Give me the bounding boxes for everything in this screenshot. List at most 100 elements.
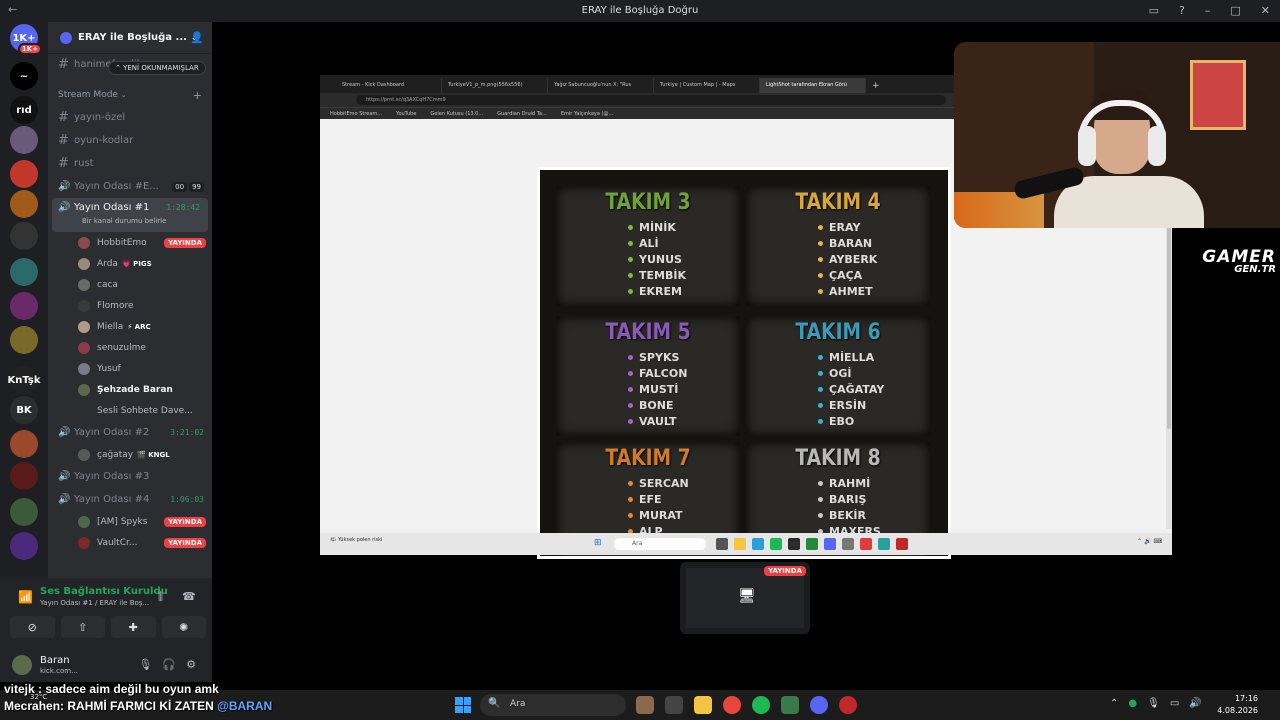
close-button[interactable]: ✕ <box>1261 4 1270 17</box>
new-unreads-pill[interactable]: ⌃ YENİ OKUNMAMIŞLAR <box>108 61 206 75</box>
taskbar-search[interactable]: 🔍 Ara <box>480 694 626 716</box>
browser-tab[interactable]: LightShot tarafından Ekran Görü <box>760 78 866 93</box>
server-icon[interactable] <box>10 498 38 526</box>
server-icon[interactable] <box>10 430 38 458</box>
channel-status[interactable]: Bir kanal durumu belirle <box>82 217 166 225</box>
minimize-button[interactable]: – <box>1205 4 1211 17</box>
camera-off-button[interactable]: ⊘ <box>10 616 55 638</box>
voice-channel[interactable]: 🔊 Yayın Odası #2 3:21:02 <box>48 421 212 444</box>
user-controls: 🎙 🎧 ⚙ <box>138 658 196 671</box>
voice-member[interactable]: caca <box>48 274 212 295</box>
team-member: MİELLA <box>818 349 930 365</box>
server-icon[interactable] <box>10 462 38 490</box>
chat-message: Mecrahen: RAHMİ FARMCI Kİ ZATEN @BARAN <box>4 699 272 716</box>
discord-icon[interactable] <box>810 696 828 714</box>
server-icon[interactable] <box>10 160 38 188</box>
status-dot-icon[interactable]: ● <box>1128 698 1137 709</box>
soundboard-button[interactable]: ✺ <box>161 616 206 638</box>
spotify-icon[interactable] <box>752 696 770 714</box>
browser-tab[interactable]: Yağız Sabuncuoğlu'nun X: "Rus <box>548 78 654 93</box>
voice-member[interactable]: Yusuf <box>48 358 212 379</box>
server-icon[interactable]: rıd <box>10 96 38 124</box>
category-stream-mode[interactable]: Stream Mode ⌄ + <box>48 84 212 106</box>
bookmark-item[interactable]: Gelen Kutusu (13.0... <box>430 111 483 117</box>
headphones-icon[interactable]: 🎧 <box>162 658 176 671</box>
bookmark-item[interactable]: HobbitEmo Stream... <box>330 111 382 117</box>
server-icon[interactable] <box>10 292 38 320</box>
voice-member[interactable]: VaultCr... YAYINDA <box>48 532 212 553</box>
voice-channel[interactable]: 🔊 Yayın Odası #E... 00 99 <box>48 175 212 198</box>
voice-member[interactable]: Şehzade Baran <box>48 379 212 400</box>
text-channel[interactable]: # rust <box>48 152 212 175</box>
browser-tab[interactable]: Stream - Kick Dashboard <box>336 78 442 93</box>
app-icon[interactable] <box>839 696 857 714</box>
server-icon[interactable] <box>10 190 38 218</box>
mic-icon[interactable]: 🎙 <box>138 658 152 671</box>
voice-member[interactable]: senuzulme <box>48 337 212 358</box>
disconnect-icon[interactable]: ☎ <box>182 590 196 603</box>
display-icon[interactable]: ▭ <box>1170 698 1179 709</box>
server-icon[interactable] <box>10 126 38 154</box>
team-member-name: BARIŞ <box>829 492 867 506</box>
voice-channel[interactable]: 🔊 Yayın Odası #3 <box>48 465 212 488</box>
bookmark-item[interactable]: Emir Yalçınkaya (@... <box>561 111 613 117</box>
server-icon <box>60 31 72 44</box>
channel-label: yayın-özel <box>74 112 126 123</box>
activities-button[interactable]: ✚ <box>111 616 156 638</box>
voice-member[interactable]: [AM] Spyks YAYINDA <box>48 511 212 532</box>
server-icon[interactable] <box>10 326 38 354</box>
mic-icon[interactable]: 🎙 <box>1147 698 1160 709</box>
bookmark-item[interactable]: Guardian Druid Ta... <box>497 111 547 117</box>
chrome-icon[interactable] <box>723 696 741 714</box>
team-member-name: RAHMİ <box>829 476 871 490</box>
voice-member[interactable]: Flomore <box>48 295 212 316</box>
voice-member[interactable]: HobbitEmo YAYINDA <box>48 232 212 253</box>
bookmark-item[interactable]: YouTube <box>396 111 416 117</box>
server-icon[interactable] <box>10 532 38 560</box>
new-tab-button[interactable]: + <box>866 79 886 93</box>
server-icon[interactable]: ~ <box>10 62 38 90</box>
clock[interactable]: 17:16 4.08.2026 <box>1217 693 1258 717</box>
browser-tab[interactable]: Turkiye | Custom Map | - Maps <box>654 78 760 93</box>
add-user-icon[interactable]: 👤 <box>190 31 204 44</box>
avatar <box>78 383 90 396</box>
browser-tab[interactable]: TurkiyeV1_p_m.png(556x556) <box>442 78 548 93</box>
screen-share-button[interactable]: ⇧ <box>60 616 105 638</box>
bullet-icon <box>818 288 823 294</box>
server-icon[interactable]: KnTşk <box>8 366 40 394</box>
title-bar: ← ERAY ile Boşluğa Doğru ▭ ? – □ ✕ <box>0 0 1280 22</box>
voice-member[interactable]: Miella ⚡ ARC <box>48 316 212 337</box>
member-name: Flomore <box>97 300 134 311</box>
server-icon[interactable]: BK <box>10 396 38 424</box>
voice-channel[interactable]: 🔊 Yayın Odası #1 1:28:42 Bir kanal durumu b… <box>52 198 208 232</box>
voice-member[interactable]: Sesli Sohbete Dave... <box>48 400 212 421</box>
voice-channel[interactable]: 🔊 Yayın Odası #4 1:06:03 <box>48 488 212 511</box>
app-icon[interactable] <box>781 696 799 714</box>
start-button[interactable] <box>455 697 471 713</box>
file-explorer-icon[interactable] <box>694 696 712 714</box>
speaker-icon[interactable]: 🔊 <box>1189 698 1201 709</box>
voice-location[interactable]: Yayın Odası #1 / ERAY ile Boş... <box>40 599 149 607</box>
text-channel[interactable]: # oyun-kodlar <box>48 129 212 152</box>
tray-chevron-icon[interactable]: ⌃ <box>1110 698 1118 709</box>
help-icon[interactable]: ? <box>1179 4 1185 17</box>
gear-icon[interactable]: ⚙ <box>186 658 196 671</box>
url-field[interactable]: https://prnt.sc/q3AXCqH7Cmm9 <box>356 95 946 105</box>
voice-member[interactable]: Arda 💗 PIGS <box>48 253 212 274</box>
avatar-app-icon[interactable] <box>636 696 654 714</box>
user-panel[interactable]: Baran kick.com... 🎙 🎧 ⚙ <box>12 652 202 678</box>
inbox-icon[interactable]: ▭ <box>1149 4 1159 17</box>
server-icon[interactable] <box>10 222 38 250</box>
voice-status[interactable]: Ses Bağlantısı Kuruldu <box>40 586 168 597</box>
server-icon[interactable]: 1K+ 1K+ <box>10 24 42 55</box>
text-channel[interactable]: # yayın-özel <box>48 106 212 129</box>
server-icon[interactable] <box>10 258 38 286</box>
add-channel-icon[interactable]: + <box>193 89 202 102</box>
maximize-button[interactable]: □ <box>1230 4 1240 17</box>
stream-preview[interactable]: YAYINDA 🖥 <box>680 562 810 634</box>
voice-member[interactable]: çağatay 🎬 KNGL <box>48 444 212 465</box>
server-header[interactable]: ERAY ile Boşluğa ... ⌄ 👤 <box>48 22 212 54</box>
task-view-icon[interactable] <box>665 696 683 714</box>
headset-ear-right <box>1148 126 1166 166</box>
soundboard-icon[interactable]: ⫼ <box>158 590 163 604</box>
